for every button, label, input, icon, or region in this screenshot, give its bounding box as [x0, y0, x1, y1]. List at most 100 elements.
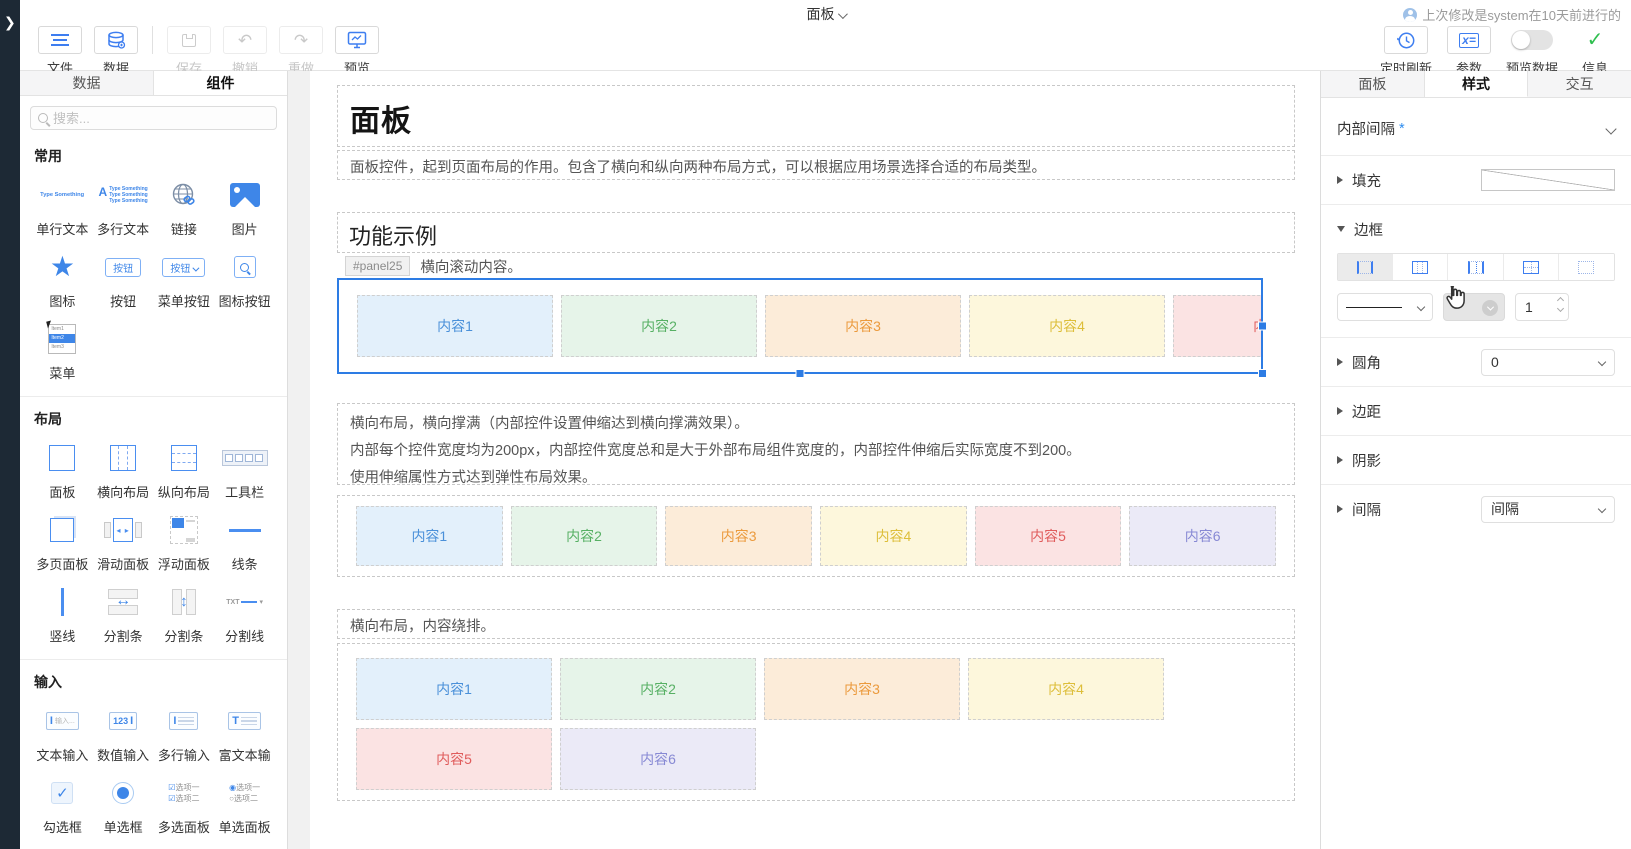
search-input[interactable]	[53, 110, 253, 126]
palette-item-float-panel[interactable]: 浮动面板	[154, 505, 215, 577]
palette-item-multi-text[interactable]: A Type Something Type Something Type Somet…	[93, 170, 154, 242]
data-button[interactable]: 数据	[88, 26, 144, 77]
palette-item-icon-button[interactable]: 图标按钮	[214, 242, 275, 314]
palette-item-datepicker[interactable]	[93, 840, 154, 849]
row-margin[interactable]: 边距	[1321, 386, 1631, 435]
content-box-6[interactable]: 内容6	[560, 728, 756, 790]
palette-item-icon[interactable]: ★ 图标	[32, 242, 93, 314]
fill-none-swatch[interactable]	[1481, 169, 1615, 191]
border-color-picker[interactable]	[1443, 293, 1505, 321]
radius-select[interactable]: 0	[1481, 348, 1615, 376]
page-description-block[interactable]: 面板控件，起到页面布局的作用。包含了横向和纵向两种布局方式，可以根据应用场景选择…	[337, 150, 1295, 180]
wrap-panel[interactable]: 内容1 内容2 内容3 内容4 内容5 内容6	[337, 643, 1295, 801]
preview-data-toggle[interactable]	[1511, 30, 1553, 50]
border-side-middle-button[interactable]	[1448, 254, 1504, 280]
redo-button[interactable]: ↷ 重做	[273, 26, 329, 77]
palette-item-panel[interactable]: 面板	[32, 433, 93, 505]
palette-item-slide-panel[interactable]: ◂ ▸ 滑动面板	[93, 505, 154, 577]
resize-handle-bottom-right[interactable]	[1258, 369, 1267, 378]
content-box-4[interactable]: 内容4	[820, 506, 967, 566]
row-radius[interactable]: 圆角 0	[1321, 337, 1631, 386]
palette-item-hlayout[interactable]: 横向布局	[93, 433, 154, 505]
content-box-1[interactable]: 内容1	[356, 658, 552, 720]
timer-refresh-button[interactable]: 定时刷新	[1371, 26, 1441, 77]
palette-item-button[interactable]: 按钮 按钮	[93, 242, 154, 314]
params-button[interactable]: x= 参数	[1441, 26, 1497, 77]
tab-components[interactable]: 组件	[154, 71, 287, 95]
border-width-input[interactable]	[1515, 293, 1569, 321]
group-header-inner-gap[interactable]: 内部间隔 *	[1321, 98, 1631, 155]
content-box-2[interactable]: 内容2	[561, 295, 757, 357]
palette-item-radio[interactable]: 单选框	[93, 768, 154, 840]
undo-button[interactable]: ↶ 撤销	[217, 26, 273, 77]
palette-item-link[interactable]: 链接	[154, 170, 215, 242]
save-button[interactable]: 保存	[161, 26, 217, 77]
palette-item-combobox[interactable]	[32, 840, 93, 849]
resize-handle-right-middle[interactable]	[1258, 321, 1267, 331]
flex-panel[interactable]: 内容1 内容2 内容3 内容4 内容5 内容6	[337, 495, 1295, 577]
palette-item-checkbox[interactable]: ✓ 勾选框	[32, 768, 93, 840]
palette-item-person[interactable]	[214, 840, 275, 849]
preview-button[interactable]: 预览	[329, 26, 385, 77]
gap-select[interactable]: 间隔	[1481, 495, 1615, 523]
row-gap[interactable]: 间隔 间隔	[1321, 484, 1631, 533]
design-canvas[interactable]: 面板 面板控件，起到页面布局的作用。包含了横向和纵向两种布局方式，可以根据应用场…	[288, 71, 1310, 849]
palette-item-single-text[interactable]: Type Something 单行文本	[32, 170, 93, 242]
document-title-dropdown[interactable]: 面板	[807, 4, 848, 24]
palette-item-image[interactable]: 图片	[214, 170, 275, 242]
component-search[interactable]	[30, 106, 277, 130]
wrap-note-block[interactable]: 横向布局，内容绕排。	[337, 609, 1295, 639]
content-box-3[interactable]: 内容3	[765, 295, 961, 357]
content-box-2[interactable]: 内容2	[560, 658, 756, 720]
tab-data[interactable]: 数据	[20, 71, 154, 95]
tab-interaction[interactable]: 交互	[1528, 71, 1631, 97]
content-box-1[interactable]: 内容1	[356, 506, 503, 566]
row-fill[interactable]: 填充	[1321, 155, 1631, 204]
palette-item-vlayout[interactable]: 纵向布局	[154, 433, 215, 505]
tab-panel[interactable]: 面板	[1321, 71, 1425, 97]
file-button[interactable]: 文件	[32, 26, 88, 77]
row-shadow[interactable]: 阴影	[1321, 435, 1631, 484]
palette-item-text-input[interactable]: I 输入... 文本输入	[32, 696, 93, 768]
palette-item-vsplitter[interactable]: ↕ 分割条	[154, 577, 215, 649]
palette-item-menu[interactable]: Item1 Item2 Item3 菜单	[32, 314, 93, 386]
page-title-block[interactable]: 面板	[337, 85, 1295, 147]
tab-style[interactable]: 样式	[1424, 71, 1529, 97]
palette-item-richtext-input[interactable]: T 富文本输	[214, 696, 275, 768]
palette-item-multiline-input[interactable]: I 多行输入	[154, 696, 215, 768]
palette-item-number-input[interactable]: 123 I 数值输入	[93, 696, 154, 768]
content-box-3[interactable]: 内容3	[665, 506, 813, 566]
expand-chevron-icon[interactable]: ❯	[4, 14, 16, 31]
palette-item-location[interactable]	[154, 840, 215, 849]
border-style-select[interactable]	[1337, 293, 1433, 321]
border-side-all-button[interactable]	[1503, 254, 1559, 280]
border-side-none-button[interactable]	[1558, 254, 1614, 280]
info-button[interactable]: ✓ 信息	[1567, 26, 1623, 77]
palette-item-menu-button[interactable]: 按钮 菜单按钮	[154, 242, 215, 314]
content-box-5[interactable]: 内容5	[1173, 295, 1261, 357]
palette-item-hsplitter[interactable]: ↔ 分割条	[93, 577, 154, 649]
content-box-4[interactable]: 内容4	[969, 295, 1165, 357]
content-box-2[interactable]: 内容2	[510, 506, 658, 566]
border-side-cols-button[interactable]	[1393, 254, 1449, 280]
palette-item-vline[interactable]: 竖线	[32, 577, 93, 649]
border-side-lr-button[interactable]	[1338, 254, 1394, 280]
palette-item-radio-panel[interactable]: ◉选项一 ○选项二 单选面板	[214, 768, 275, 840]
preview-data-toggle-button[interactable]: 预览数据	[1497, 26, 1567, 77]
border-width-value[interactable]	[1516, 294, 1550, 320]
palette-item-check-panel[interactable]: ☑选项一 ☑选项二 多选面板	[154, 768, 215, 840]
content-box-4[interactable]: 内容4	[968, 658, 1164, 720]
content-box-1[interactable]: 内容1	[357, 295, 553, 357]
section-title-block[interactable]: 功能示例	[337, 212, 1295, 253]
border-header[interactable]: 边框	[1337, 205, 1615, 253]
resize-handle-bottom-center[interactable]	[795, 369, 805, 378]
content-box-5[interactable]: 内容5	[356, 728, 552, 790]
content-box-5[interactable]: 内容5	[974, 506, 1122, 566]
selected-scroll-panel[interactable]: 内容1 内容2 内容3 内容4 内容5	[337, 278, 1267, 378]
palette-item-line[interactable]: 线条	[214, 505, 275, 577]
content-box-6[interactable]: 内容6	[1129, 506, 1277, 566]
palette-item-divider-line[interactable]: TXT ▾ 分割线	[214, 577, 275, 649]
content-box-3[interactable]: 内容3	[764, 658, 960, 720]
palette-item-multipage-panel[interactable]: 多页面板	[32, 505, 93, 577]
palette-item-toolbar[interactable]: 工具栏	[214, 433, 275, 505]
